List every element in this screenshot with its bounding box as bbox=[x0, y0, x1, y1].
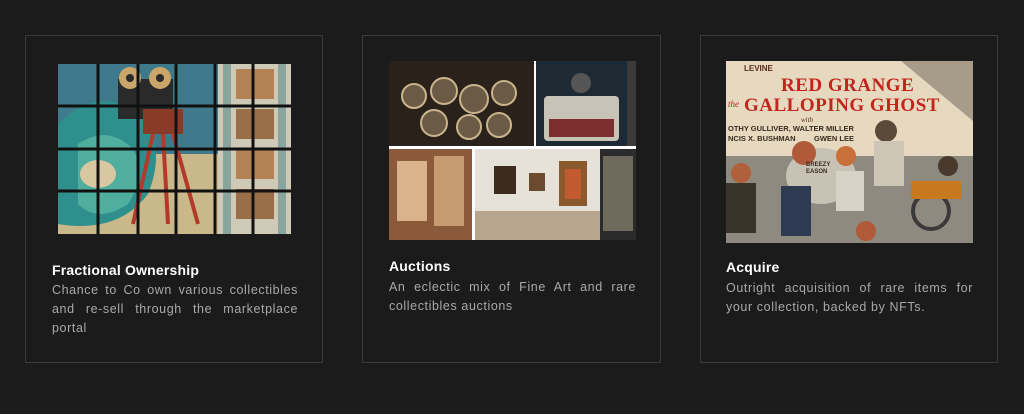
card-acquire[interactable]: LEVINE RED GRANGE the GALLOPING GHOST wi… bbox=[700, 35, 998, 363]
card-description: Outright acquisition of rare items for y… bbox=[726, 281, 973, 314]
red-grange-poster-image: LEVINE RED GRANGE the GALLOPING GHOST wi… bbox=[726, 61, 973, 243]
poster-with: with bbox=[801, 116, 814, 124]
poster-bottom-1: BREEZY bbox=[806, 162, 831, 168]
card-title: Fractional Ownership bbox=[52, 262, 200, 278]
poster-credits-1: OTHY GULLIVER, WALTER MILLER bbox=[728, 124, 854, 133]
card-title: Auctions bbox=[389, 258, 451, 274]
card-auctions[interactable]: Auctions An eclectic mix of Fine Art and… bbox=[362, 35, 661, 363]
auction-collage-image bbox=[389, 61, 636, 240]
poster-bottom-2: EASON bbox=[806, 169, 828, 175]
card-description: An eclectic mix of Fine Art and rare col… bbox=[389, 280, 636, 313]
poster-credits-3: GWEN LEE bbox=[814, 134, 855, 143]
card-description: Chance to Co own various collectibles an… bbox=[52, 283, 298, 335]
poster-title-line2: GALLOPING GHOST bbox=[744, 95, 940, 116]
poster-title-line1: RED GRANGE bbox=[781, 75, 915, 96]
poster-credits-2: NCIS X. BUSHMAN bbox=[728, 134, 796, 143]
poster-top-text: LEVINE bbox=[744, 64, 773, 73]
card-fractional-ownership[interactable]: Fractional Ownership Chance to Co own va… bbox=[25, 35, 323, 363]
film-camera-poster-grid-image bbox=[58, 64, 291, 234]
card-title: Acquire bbox=[726, 259, 780, 275]
poster-title-prefix: the bbox=[728, 99, 739, 109]
feature-cards: Fractional Ownership Chance to Co own va… bbox=[0, 0, 1024, 414]
